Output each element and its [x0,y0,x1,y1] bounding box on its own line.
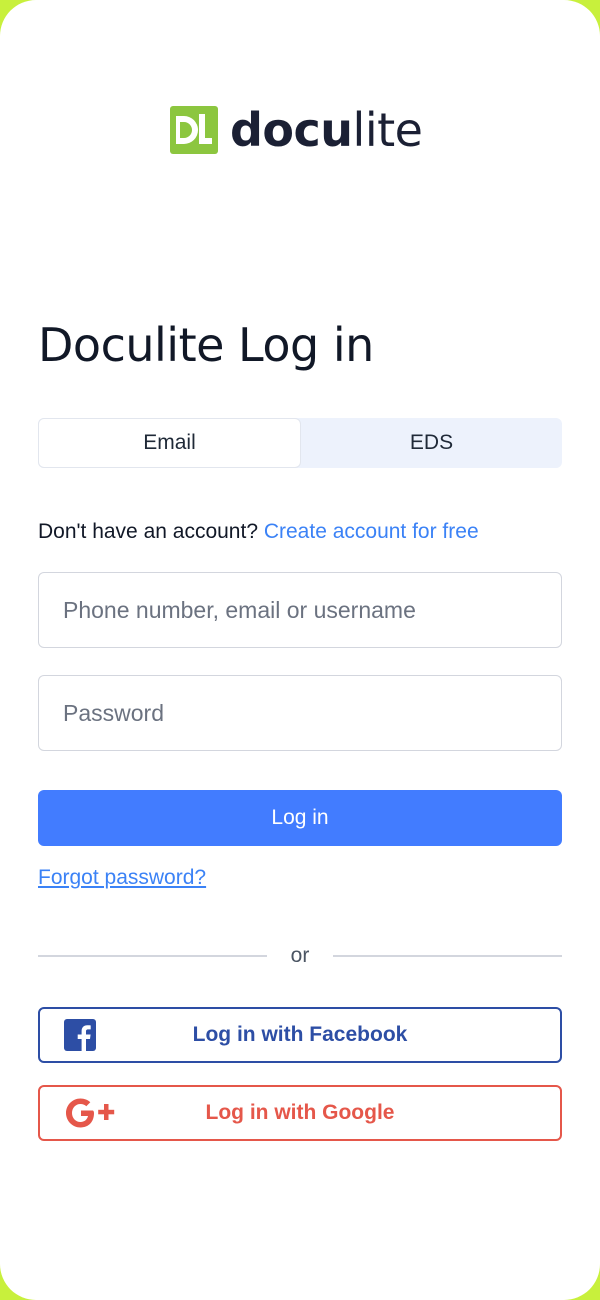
login-button[interactable]: Log in [38,790,562,846]
google-login-button[interactable]: Log in with Google [38,1085,562,1141]
facebook-login-label: Log in with Facebook [192,1023,408,1046]
brand-name-bold: docu [230,103,353,157]
forgot-password-link[interactable]: Forgot password? [38,866,206,890]
brand-wordmark: doculite [230,103,423,157]
login-screen: doculite Doculite Log in Email EDS Don't… [0,0,600,1300]
create-account-link[interactable]: Create account for free [264,520,479,543]
signup-prompt-text: Don't have an account? [38,520,258,543]
username-field-wrapper [38,572,562,648]
username-input[interactable] [39,573,561,647]
page-title: Doculite Log in [38,318,374,372]
divider-label: or [290,944,310,967]
signup-prompt: Don't have an account? Create account fo… [38,520,479,544]
brand-name-light: lite [352,103,423,157]
tab-eds[interactable]: EDS [301,418,562,468]
password-field-wrapper [38,675,562,751]
google-plus-icon [66,1098,115,1128]
or-divider: or [38,944,562,968]
tab-email[interactable]: Email [38,418,301,468]
doculite-logo-icon [170,106,218,154]
divider-line-left [38,955,267,957]
brand-logo: doculite [170,103,423,157]
password-input[interactable] [39,676,561,750]
google-login-label: Log in with Google [205,1101,395,1124]
facebook-login-button[interactable]: Log in with Facebook [38,1007,562,1063]
login-method-tabs: Email EDS [38,418,562,468]
divider-line-right [333,955,562,957]
facebook-icon [64,1019,96,1051]
